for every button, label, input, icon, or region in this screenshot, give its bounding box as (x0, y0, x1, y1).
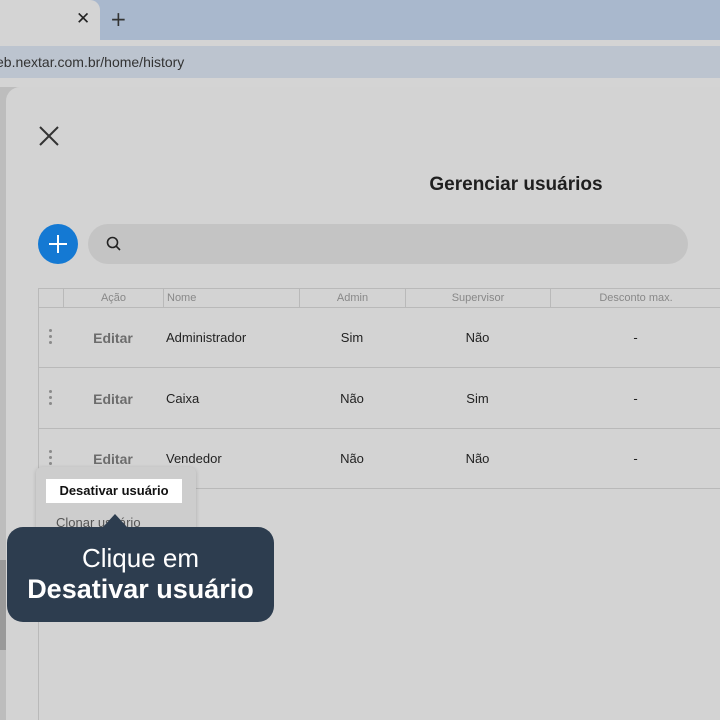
cell-supervisor: Sim (466, 391, 489, 406)
close-button[interactable] (34, 121, 64, 151)
tooltip-line-1: Clique em (81, 543, 200, 573)
instruction-tooltip: Clique em Desativar usuário (7, 527, 274, 622)
cell-discount: - (633, 391, 638, 406)
tooltip-arrow (103, 514, 127, 527)
header-admin: Admin (299, 289, 405, 308)
url-text: eb.nextar.com.br/home/history (0, 54, 185, 70)
new-tab-icon[interactable]: + (110, 8, 127, 30)
search-bar[interactable] (88, 224, 688, 264)
table-row: Editar Administrador Sim Não - (39, 308, 720, 368)
address-bar: eb.nextar.com.br/home/history (0, 40, 720, 87)
cell-supervisor: Não (465, 330, 490, 345)
deactivate-user-menu-item[interactable]: Desativar usuário (46, 479, 182, 503)
row-menu-icon[interactable] (47, 329, 53, 347)
cell-admin: Não (340, 391, 364, 406)
url-field[interactable]: eb.nextar.com.br/home/history (0, 46, 720, 78)
browser-tab-bar: ✕ + (0, 0, 720, 40)
cell-name: Caixa (166, 391, 200, 406)
cell-discount: - (633, 330, 638, 345)
table-row: Editar Caixa Não Sim - (39, 369, 720, 429)
close-icon (39, 126, 59, 146)
cell-admin: Sim (340, 330, 364, 345)
table-header: Ação Nome Admin Supervisor Desconto max. (39, 288, 720, 308)
search-input[interactable] (132, 232, 662, 256)
cell-discount: - (633, 451, 638, 466)
header-name: Nome (163, 289, 299, 308)
search-icon (106, 236, 121, 251)
row-menu-icon[interactable] (47, 390, 53, 408)
edit-link[interactable]: Editar (63, 369, 163, 429)
row-menu-icon[interactable] (47, 450, 53, 468)
cell-supervisor: Não (465, 451, 490, 466)
header-supervisor: Supervisor (405, 289, 550, 308)
tab-close-icon[interactable]: ✕ (76, 9, 90, 29)
edit-link[interactable]: Editar (63, 308, 163, 368)
plus-icon (49, 235, 67, 253)
cell-name: Administrador (166, 330, 247, 345)
cell-admin: Não (340, 451, 364, 466)
tooltip-line-2: Desativar usuário (27, 574, 254, 604)
add-user-button[interactable] (38, 224, 78, 264)
browser-tab[interactable]: ✕ (0, 0, 100, 40)
page-title: Gerenciar usuários (429, 174, 603, 195)
manage-users-modal: Gerenciar usuários Ação Nome Admin Super… (6, 87, 720, 720)
header-discount: Desconto max. (550, 289, 720, 308)
header-menu-col (39, 289, 63, 308)
header-action: Ação (63, 289, 163, 308)
